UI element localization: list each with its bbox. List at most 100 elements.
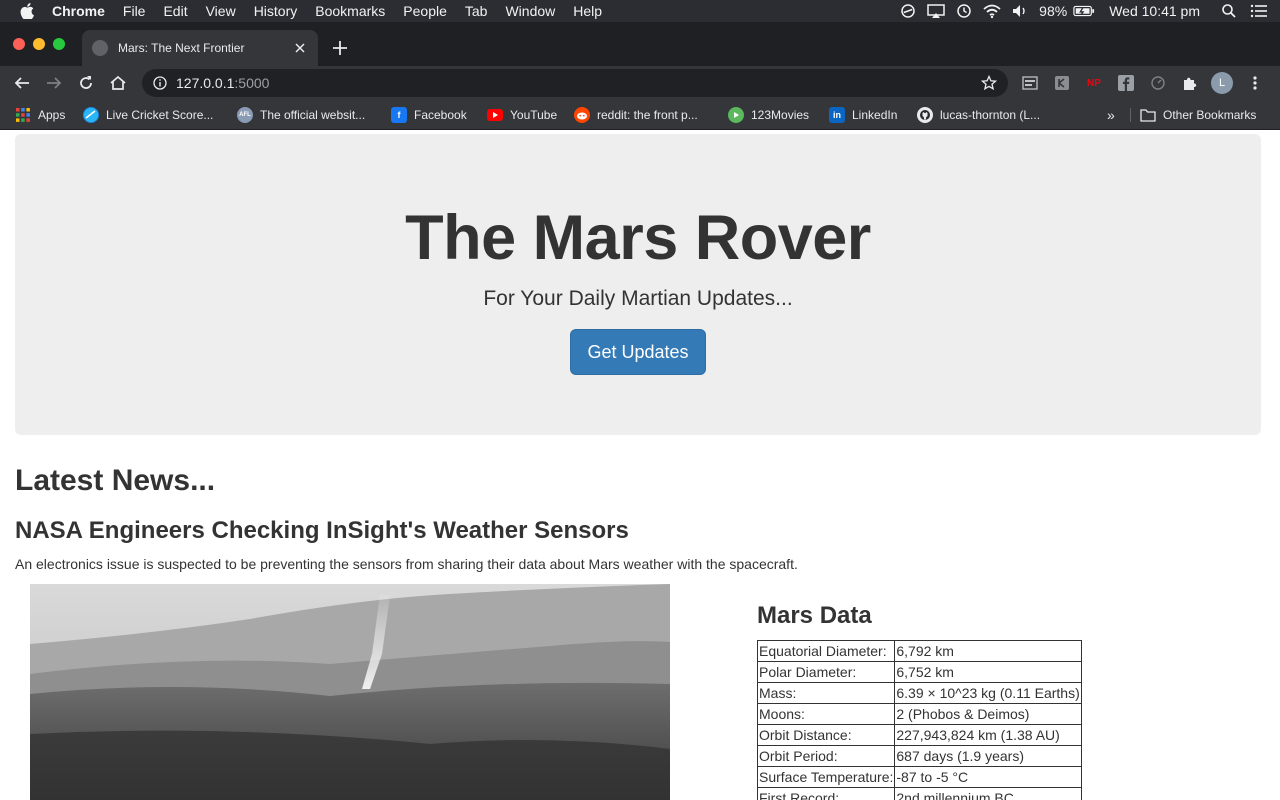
window-zoom-button[interactable] [53, 38, 65, 50]
menu-history[interactable]: History [254, 3, 298, 19]
menu-app-name[interactable]: Chrome [52, 3, 105, 19]
menu-file[interactable]: File [123, 3, 146, 19]
bookmark-reddit[interactable]: reddit: the front p... [574, 106, 698, 124]
table-row: Orbit Period: 687 days (1.9 years) [756, 745, 1082, 767]
window-close-button[interactable] [13, 38, 25, 50]
table-row: Moons: 2 (Phobos & Deimos) [756, 703, 1082, 725]
volume-icon[interactable] [1009, 0, 1031, 22]
apps-grid-icon [15, 107, 31, 123]
battery-charging-icon[interactable] [1073, 0, 1095, 22]
battery-percent: 98% [1039, 3, 1068, 19]
window-minimize-button[interactable] [33, 38, 45, 50]
macos-menu-bar: Chrome File Edit View History Bookmarks … [0, 0, 1280, 22]
extension-dial-icon[interactable] [1148, 73, 1168, 93]
bookmark-cricket[interactable]: Live Cricket Score... [83, 106, 213, 124]
jumbotron: The Mars Rover For Your Daily Martian Up… [15, 134, 1261, 435]
extension-css-icon[interactable] [1020, 73, 1040, 93]
bookmark-linkedin[interactable]: in LinkedIn [829, 106, 897, 124]
bookmark-afl[interactable]: AFL The official websit... [237, 106, 365, 124]
featured-mars-image [30, 584, 670, 800]
bookmark-123movies[interactable]: 123Movies [728, 106, 809, 124]
extensions-puzzle-icon[interactable] [1180, 73, 1200, 93]
bookmark-label: reddit: the front p... [597, 108, 698, 122]
menu-tab[interactable]: Tab [465, 3, 488, 19]
github-icon [917, 107, 933, 123]
news-title: NASA Engineers Checking InSight's Weathe… [15, 517, 629, 544]
fact-value: 6.39 × 10^23 kg (0.11 Earths) [894, 682, 1082, 704]
site-info-icon[interactable] [152, 75, 168, 91]
bookmark-star-icon[interactable] [980, 74, 998, 92]
table-row: Polar Diameter: 6,752 km [756, 661, 1082, 683]
notification-center-icon[interactable] [1248, 0, 1270, 22]
spotlight-search-icon[interactable] [1218, 0, 1240, 22]
bookmark-label: Other Bookmarks [1163, 108, 1257, 122]
latest-news-heading: Latest News... [15, 464, 216, 497]
fact-label: Orbit Distance: [756, 724, 896, 746]
menu-edit[interactable]: Edit [163, 3, 187, 19]
fact-value: -87 to -5 °C [894, 766, 1082, 788]
menu-view[interactable]: View [206, 3, 236, 19]
fact-label: First Record: [756, 787, 896, 800]
new-tab-icon[interactable] [330, 38, 350, 58]
bookmark-apps[interactable]: Apps [15, 106, 65, 124]
table-row: Orbit Distance: 227,943,824 km (1.38 AU) [756, 724, 1082, 746]
url-host: 127.0.0.1 [176, 75, 235, 91]
fact-label: Moons: [756, 703, 896, 725]
airplay-icon[interactable] [925, 0, 947, 22]
tab-close-icon[interactable] [292, 40, 308, 56]
bookmark-youtube[interactable]: YouTube [487, 106, 557, 124]
globe-favicon-icon [92, 40, 108, 56]
chrome-menu-icon[interactable] [1245, 73, 1265, 93]
table-row: Equatorial Diameter: 6,792 km [756, 640, 1082, 662]
bookmark-other[interactable]: Other Bookmarks [1140, 106, 1256, 124]
fact-value: 2nd millennium BC [894, 787, 1082, 800]
address-bar[interactable]: 127.0.0.1:5000 [142, 69, 1008, 97]
do-not-disturb-icon[interactable] [897, 0, 919, 22]
reload-icon[interactable] [74, 71, 98, 95]
table-row: First Record: 2nd millennium BC [756, 787, 1082, 800]
table-row: Mass: 6.39 × 10^23 kg (0.11 Earths) [756, 682, 1082, 704]
browser-toolbar: 127.0.0.1:5000 NP L [0, 66, 1280, 100]
bookmark-facebook[interactable]: f Facebook [391, 106, 467, 124]
fact-label: Orbit Period: [756, 745, 896, 767]
page-content: The Mars Rover For Your Daily Martian Up… [0, 131, 1280, 800]
bookmarks-overflow-chevron-icon[interactable]: » [1107, 106, 1115, 124]
menu-bookmarks[interactable]: Bookmarks [315, 3, 385, 19]
menubar-clock[interactable]: Wed 10:41 pm [1109, 3, 1200, 19]
fact-label: Mass: [756, 682, 896, 704]
bookmarks-bar: Apps Live Cricket Score... AFL The offic… [0, 100, 1280, 130]
bookmarks-divider [1130, 108, 1131, 122]
fact-value: 227,943,824 km (1.38 AU) [894, 724, 1082, 746]
reddit-icon [574, 107, 590, 123]
mars-data-table: Equatorial Diameter: 6,792 km Polar Diame… [756, 640, 1082, 800]
fact-label: Polar Diameter: [756, 661, 896, 683]
fact-label: Surface Temperature: [756, 766, 896, 788]
bookmark-github[interactable]: lucas-thornton (L... [917, 106, 1040, 124]
home-icon[interactable] [106, 71, 130, 95]
time-machine-icon[interactable] [953, 0, 975, 22]
bookmark-label: Live Cricket Score... [106, 108, 214, 122]
bookmark-label: Apps [38, 108, 66, 122]
play-icon [728, 107, 744, 123]
bookmark-label: LinkedIn [852, 108, 898, 122]
profile-avatar[interactable]: L [1211, 72, 1233, 94]
afl-icon: AFL [237, 107, 253, 123]
tab-active[interactable]: Mars: The Next Frontier [82, 30, 318, 66]
extension-np-icon[interactable]: NP [1084, 73, 1104, 93]
menu-window[interactable]: Window [505, 3, 555, 19]
bookmark-label: 123Movies [751, 108, 810, 122]
get-updates-button[interactable]: Get Updates [570, 329, 706, 375]
apple-logo-icon[interactable] [20, 3, 36, 19]
menu-help[interactable]: Help [573, 3, 602, 19]
fact-value: 2 (Phobos & Deimos) [894, 703, 1082, 725]
bookmark-label: lucas-thornton (L... [940, 108, 1041, 122]
wifi-icon[interactable] [981, 0, 1003, 22]
extension-grey-icon[interactable] [1052, 73, 1072, 93]
page-subtitle: For Your Daily Martian Updates... [483, 287, 793, 310]
menu-people[interactable]: People [403, 3, 447, 19]
fact-value: 687 days (1.9 years) [894, 745, 1082, 767]
extension-facebook-icon[interactable] [1116, 73, 1136, 93]
back-arrow-icon[interactable] [10, 71, 34, 95]
forward-arrow-icon[interactable] [42, 71, 66, 95]
fact-value: 6,792 km [894, 640, 1082, 662]
